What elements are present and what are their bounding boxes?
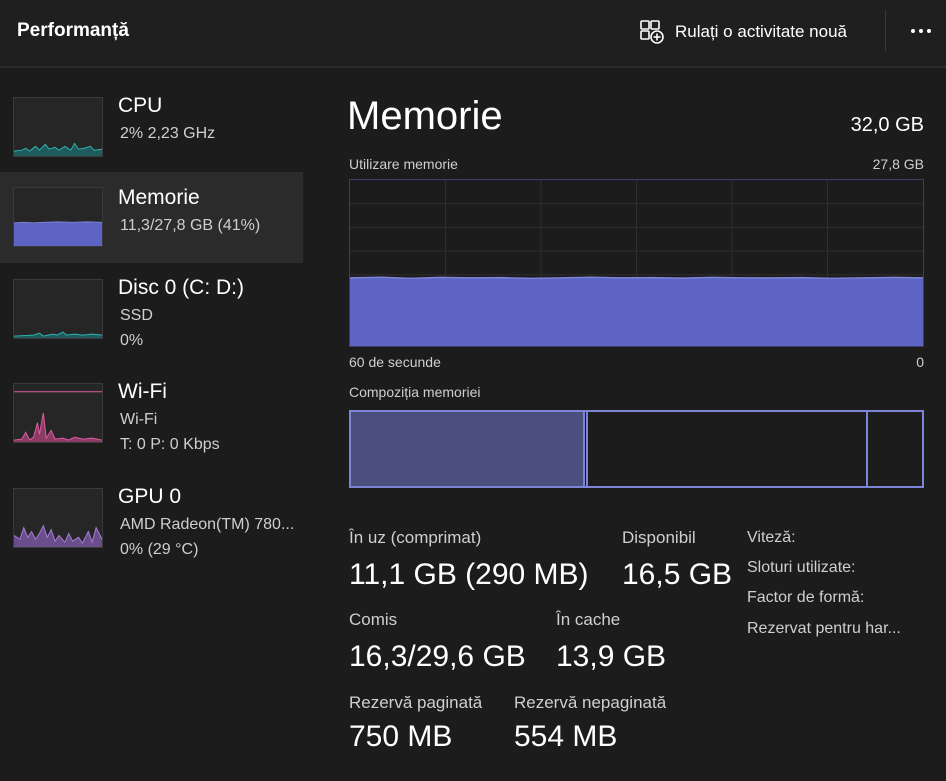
cached-label: În cache [556,610,621,629]
time-axis-right: 0 [916,354,924,370]
composition-free[interactable] [868,412,922,486]
sidebar-item-disk-type: SSD [120,307,153,324]
run-new-task-button[interactable]: Rulați o activitate nouă [639,16,847,48]
header-bar: Performanță Rulați o activitate nouă [0,0,946,68]
page-title: Performanță [17,20,129,41]
more-options-icon[interactable] [906,18,936,44]
sidebar-item-wifi-adapter: Wi-Fi [120,411,158,428]
slots-used-label: Sloturi utilizate: [747,559,856,576]
memory-usage-area [350,277,923,346]
header-divider [885,10,886,52]
sidebar-item-gpu-usage: 0% (29 °C) [120,541,199,558]
composition-standby[interactable] [588,412,868,486]
in-use-value: 11,1 GB (290 MB) [349,558,589,591]
sidebar-item-wifi-throughput: T: 0 P: 0 Kbps [120,436,220,453]
sidebar-item-disk-name: Disc 0 (C: D:) [118,276,244,299]
sidebar-item-gpu-name: GPU 0 [118,485,182,508]
sidebar-item-disk-usage: 0% [120,332,144,349]
committed-label: Comis [349,610,398,629]
memory-usage-line [350,276,923,280]
memory-composition-bar [349,410,924,488]
form-factor-label: Factor de formă: [747,589,865,606]
sidebar-item-memory[interactable]: Memorie 11,3/27,8 GB (41%) [0,172,303,263]
hardware-reserved-label: Rezervat pentru har... [747,620,901,637]
memory-total: 32,0 GB [850,114,924,136]
sidebar-item-disk[interactable]: Disc 0 (C: D:) SSD 0% [0,272,303,363]
nonpaged-pool-value: 554 MB [514,720,618,753]
disk-thumbnail-graph [13,279,103,339]
cached-value: 13,9 GB [556,640,667,673]
memory-usage-max: 27,8 GB [872,156,924,172]
memory-thumbnail-graph [13,187,103,247]
sidebar-item-gpu-model: AMD Radeon(TM) 780... [120,516,295,533]
committed-value: 16,3/29,6 GB [349,640,526,673]
memory-composition-label: Compoziția memoriei [349,384,481,400]
memory-usage-graph [349,179,924,347]
gpu-thumbnail-graph [13,488,103,548]
available-label: Disponibil [622,528,696,547]
speed-label: Viteză: [747,529,796,546]
memory-title: Memorie [347,94,503,138]
sidebar-item-memory-usage: 11,3/27,8 GB (41%) [120,217,261,234]
in-use-label: În uz (comprimat) [349,528,482,547]
nonpaged-pool-label: Rezervă nepaginată [514,693,667,712]
memory-usage-label: Utilizare memorie [349,156,458,172]
sidebar-item-cpu-usage: 2% 2,23 GHz [120,125,216,142]
sidebar-item-wifi-name: Wi-Fi [118,380,167,403]
composition-in-use[interactable] [351,412,586,486]
sidebar-item-cpu[interactable]: CPU 2% 2,23 GHz [0,90,303,181]
run-new-task-label: Rulați o activitate nouă [675,22,847,41]
sidebar-item-wifi[interactable]: Wi-Fi Wi-Fi T: 0 P: 0 Kbps [0,376,303,467]
paged-pool-value: 750 MB [349,720,453,753]
sidebar-item-memory-name: Memorie [118,186,200,209]
new-task-icon [640,20,664,44]
sidebar-item-gpu[interactable]: GPU 0 AMD Radeon(TM) 780... 0% (29 °C) [0,481,303,572]
wifi-thumbnail-graph [13,383,103,443]
sidebar-item-cpu-name: CPU [118,94,163,117]
time-axis-left: 60 de secunde [349,354,441,370]
paged-pool-label: Rezervă paginată [349,693,483,712]
cpu-thumbnail-graph [13,97,103,157]
available-value: 16,5 GB [622,558,733,591]
